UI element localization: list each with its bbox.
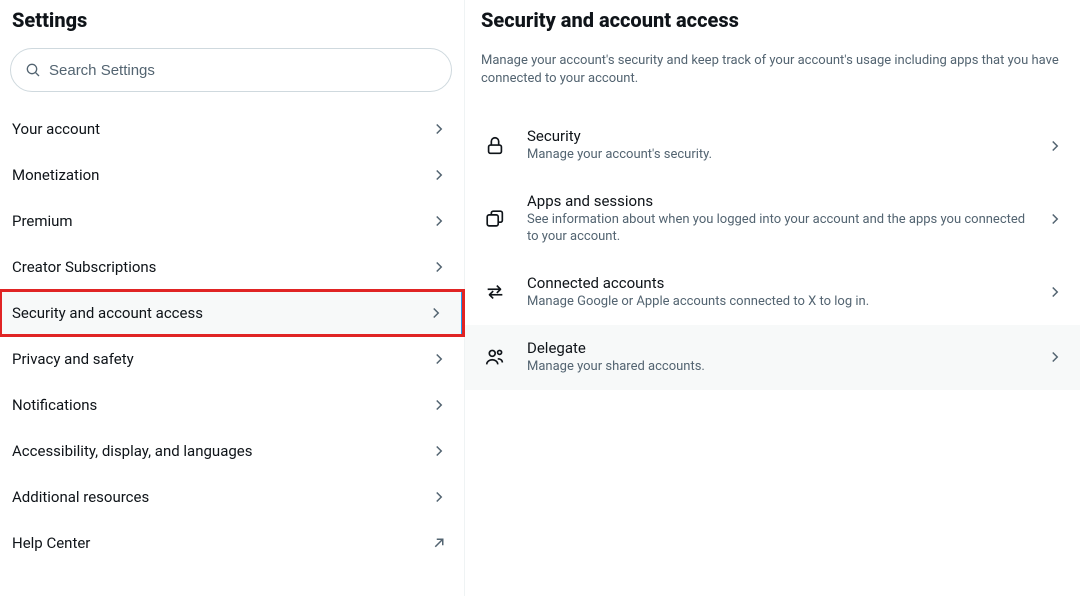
sidebar-item-label: Premium — [12, 212, 73, 230]
option-connected-accounts[interactable]: Connected accounts Manage Google or Appl… — [465, 260, 1080, 325]
sidebar-item-label: Creator Subscriptions — [12, 258, 156, 276]
external-link-icon — [430, 534, 448, 552]
detail-description: Manage your account's security and keep … — [465, 42, 1080, 113]
option-subtitle: Manage Google or Apple accounts connecte… — [527, 294, 1028, 311]
chevron-right-icon — [1046, 348, 1064, 366]
sidebar-item-label: Monetization — [12, 166, 99, 184]
swap-icon — [481, 281, 509, 303]
sidebar-item-creator-subscriptions[interactable]: Creator Subscriptions — [0, 244, 464, 290]
sidebar-item-label: Privacy and safety — [12, 350, 134, 368]
option-apps-and-sessions[interactable]: Apps and sessions See information about … — [465, 178, 1080, 260]
sidebar-item-label: Accessibility, display, and languages — [12, 442, 252, 460]
chevron-right-icon — [430, 166, 448, 184]
option-security[interactable]: Security Manage your account's security. — [465, 113, 1080, 178]
sidebar-item-accessibility-display-languages[interactable]: Accessibility, display, and languages — [0, 428, 464, 474]
chevron-right-icon — [430, 258, 448, 276]
sidebar-item-premium[interactable]: Premium — [0, 198, 464, 244]
search-box[interactable] — [10, 48, 452, 92]
sidebar-item-monetization[interactable]: Monetization — [0, 152, 464, 198]
chevron-right-icon — [430, 442, 448, 460]
sidebar-item-your-account[interactable]: Your account — [0, 106, 464, 152]
sidebar-item-label: Security and account access — [12, 304, 203, 322]
chevron-right-icon — [430, 350, 448, 368]
option-delegate[interactable]: Delegate Manage your shared accounts. — [465, 325, 1080, 390]
option-title: Connected accounts — [527, 274, 1028, 292]
chevron-right-icon — [430, 120, 448, 138]
option-subtitle: Manage your shared accounts. — [527, 359, 1028, 376]
option-subtitle: See information about when you logged in… — [527, 212, 1028, 246]
settings-nav: Your account Monetization Premium Creato… — [0, 106, 464, 566]
search-input[interactable] — [49, 62, 437, 79]
option-title: Security — [527, 127, 1028, 145]
apps-icon — [481, 208, 509, 230]
sidebar-item-privacy-and-safety[interactable]: Privacy and safety — [0, 336, 464, 382]
chevron-right-icon — [1046, 137, 1064, 155]
sidebar-item-label: Your account — [12, 120, 100, 138]
option-title: Delegate — [527, 339, 1028, 357]
option-title: Apps and sessions — [527, 192, 1028, 210]
sidebar-item-help-center[interactable]: Help Center — [0, 520, 464, 566]
sidebar-item-label: Notifications — [12, 396, 97, 414]
lock-icon — [481, 135, 509, 157]
settings-sidebar: Settings Your account Monetization Premi… — [0, 0, 465, 596]
sidebar-item-label: Additional resources — [12, 488, 149, 506]
sidebar-item-additional-resources[interactable]: Additional resources — [0, 474, 464, 520]
sidebar-item-notifications[interactable]: Notifications — [0, 382, 464, 428]
chevron-right-icon — [430, 396, 448, 414]
option-subtitle: Manage your account's security. — [527, 147, 1028, 164]
chevron-right-icon — [430, 488, 448, 506]
search-icon — [25, 62, 41, 78]
settings-detail-pane: Security and account access Manage your … — [465, 0, 1080, 596]
chevron-right-icon — [1046, 283, 1064, 301]
chevron-right-icon — [427, 304, 445, 322]
people-icon — [481, 346, 509, 368]
chevron-right-icon — [430, 212, 448, 230]
detail-title: Security and account access — [465, 8, 1080, 42]
sidebar-item-label: Help Center — [12, 534, 90, 552]
sidebar-item-security-and-account-access[interactable]: Security and account access — [0, 290, 464, 336]
chevron-right-icon — [1046, 210, 1064, 228]
search-wrap — [0, 40, 464, 106]
settings-title: Settings — [0, 8, 464, 40]
